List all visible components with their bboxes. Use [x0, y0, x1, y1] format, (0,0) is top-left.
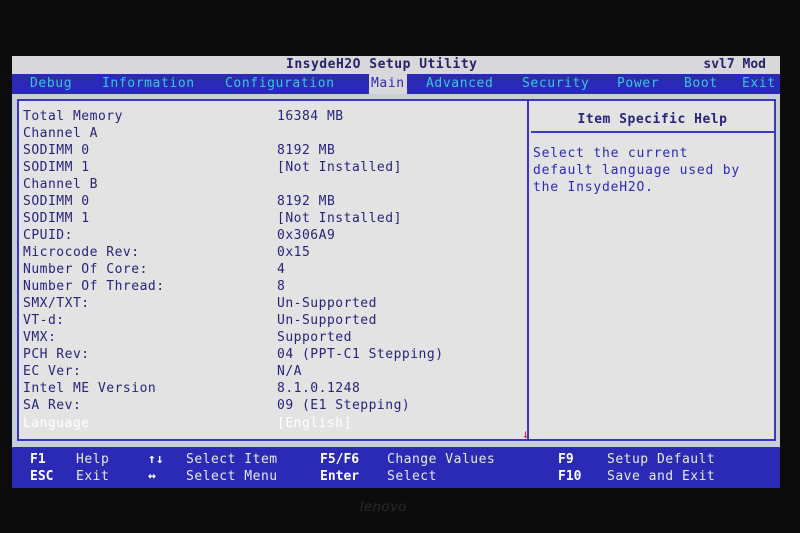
row-label: Number Of Core:: [23, 262, 148, 277]
leftright-desc: Select Menu: [186, 469, 278, 484]
menu-main[interactable]: Main: [369, 74, 407, 94]
row-label: SODIMM 0: [23, 194, 90, 209]
title-bar: InsydeH2O Setup Utility svl7 Mod: [12, 56, 780, 74]
row-value: 0x15: [277, 245, 311, 260]
row-value: N/A: [277, 364, 302, 379]
f1-key: F1: [30, 452, 46, 467]
row-label: Total Memory: [23, 109, 123, 124]
language-value[interactable]: [English]: [277, 415, 352, 432]
row-value: 4: [277, 262, 286, 277]
menu-security[interactable]: Security: [522, 74, 589, 94]
row-label: SODIMM 0: [23, 143, 90, 158]
row-value: 8.1.0.1248: [277, 381, 361, 396]
menu-advanced[interactable]: Advanced: [426, 74, 493, 94]
row-label: SODIMM 1: [23, 160, 90, 175]
row-value: 09 (E1 Stepping): [277, 398, 411, 413]
row-label: SMX/TXT:: [23, 296, 90, 311]
mod-label: svl7 Mod: [703, 57, 766, 72]
f5f6-key: F5/F6: [320, 452, 360, 467]
menu-exit[interactable]: Exit: [742, 74, 776, 94]
row-label: EC Ver:: [23, 364, 82, 379]
menu-debug[interactable]: Debug: [30, 74, 72, 94]
row-label: VT-d:: [23, 313, 65, 328]
row-value: [Not Installed]: [277, 211, 402, 226]
row-value: Un-Supported: [277, 296, 377, 311]
lenovo-logo: lenovo: [360, 498, 408, 514]
f10-key: F10: [558, 469, 582, 484]
row-value: 8192 MB: [277, 194, 336, 209]
menu-bar: Debug Information Configuration Main Adv…: [12, 74, 780, 94]
menu-power[interactable]: Power: [617, 74, 659, 94]
f10-desc: Save and Exit: [607, 469, 716, 484]
utility-title: InsydeH2O Setup Utility: [286, 57, 478, 72]
key-legend: F1 Help ESC Exit ↑↓ Select Item ↔ Select…: [12, 447, 780, 488]
language-label: Language: [23, 416, 90, 431]
enter-key: Enter: [320, 469, 360, 484]
row-value: 16384 MB: [277, 109, 344, 124]
row-value: 8: [277, 279, 286, 294]
row-label: PCH Rev:: [23, 347, 90, 362]
up-down-arrows-icon: ↑↓: [148, 452, 164, 467]
help-line: Select the current: [533, 146, 689, 161]
esc-desc: Exit: [76, 469, 110, 484]
panel-divider: [527, 101, 529, 441]
bios-screen: InsydeH2O Setup Utility svl7 Mod Debug I…: [12, 56, 780, 488]
row-value: 8192 MB: [277, 143, 336, 158]
row-value: Un-Supported: [277, 313, 377, 328]
help-line: default language used by: [533, 163, 741, 178]
f1-desc: Help: [76, 452, 110, 467]
f5f6-desc: Change Values: [387, 452, 496, 467]
esc-key: ESC: [30, 469, 54, 484]
enter-desc: Select: [387, 469, 437, 484]
row-value: 0x306A9: [277, 228, 336, 243]
row-value: [Not Installed]: [277, 160, 402, 175]
help-heading: Item Specific Help: [531, 109, 774, 133]
row-label: Channel A: [23, 126, 98, 141]
row-label: Channel B: [23, 177, 98, 192]
row-label: SODIMM 1: [23, 211, 90, 226]
updown-desc: Select Item: [186, 452, 278, 467]
help-text: Select the current default language used…: [533, 145, 773, 196]
row-label: Number Of Thread:: [23, 279, 165, 294]
row-label: CPUID:: [23, 228, 73, 243]
row-label: Intel ME Version: [23, 381, 157, 396]
menu-information[interactable]: Information: [102, 74, 195, 94]
row-label: VMX:: [23, 330, 57, 345]
row-label: SA Rev:: [23, 398, 82, 413]
f9-key: F9: [558, 452, 574, 467]
left-right-arrow-icon: ↔: [148, 469, 156, 484]
main-panel: Total Memory 16384 MB Channel A SODIMM 0 8…: [17, 99, 776, 441]
row-label: Microcode Rev:: [23, 245, 140, 260]
f9-desc: Setup Default: [607, 452, 716, 467]
menu-configuration[interactable]: Configuration: [225, 74, 335, 94]
help-line: the InsydeH2O.: [533, 180, 654, 195]
menu-boot[interactable]: Boot: [684, 74, 718, 94]
row-value: Supported: [277, 330, 352, 345]
row-value: 04 (PPT-C1 Stepping): [277, 347, 444, 362]
